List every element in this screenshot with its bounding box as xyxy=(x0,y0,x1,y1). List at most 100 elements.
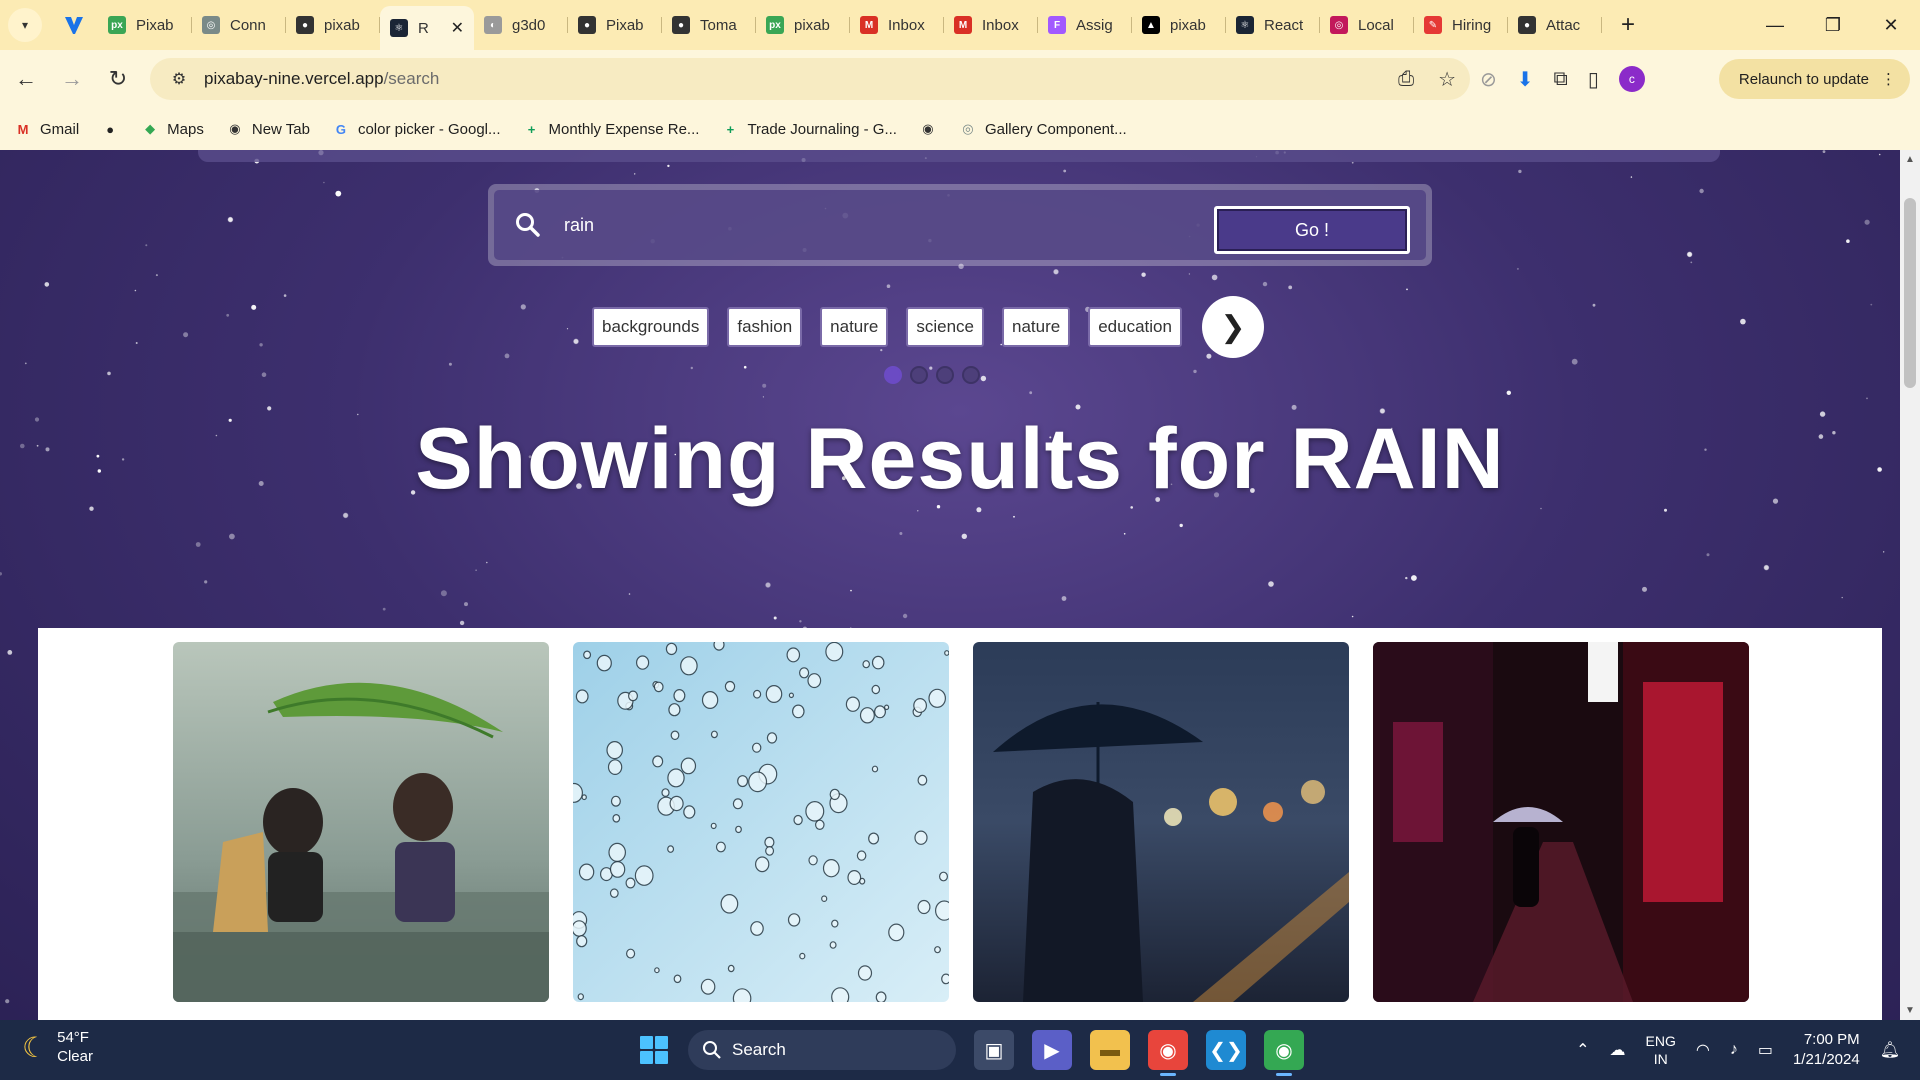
raindrop xyxy=(856,850,867,861)
task-view-icon[interactable]: ▣ xyxy=(974,1030,1014,1070)
onedrive-icon[interactable]: ☁ xyxy=(1610,1040,1626,1060)
tab-5[interactable]: ● Pixab xyxy=(568,6,662,44)
bookmark-label: Trade Journaling - G... xyxy=(747,120,897,138)
clock[interactable]: 7:00 PM 1/21/2024 xyxy=(1793,1030,1860,1070)
image-card[interactable] xyxy=(1373,642,1749,1002)
tab-12[interactable]: ⚛ React xyxy=(1226,6,1320,44)
tab-8[interactable]: M Inbox xyxy=(850,6,944,44)
image-card[interactable] xyxy=(573,642,949,1002)
restore-icon[interactable]: ❐ xyxy=(1804,0,1862,50)
raindrop xyxy=(871,684,881,695)
site-info-icon[interactable]: ⚙ xyxy=(164,69,194,89)
extensions-puzzle-icon[interactable]: ⧉ xyxy=(1554,68,1568,91)
notification-bell-icon[interactable]: 🔔︎ xyxy=(1880,1040,1900,1060)
category-chip[interactable]: backgrounds xyxy=(592,307,710,347)
language-indicator[interactable]: ENG IN xyxy=(1646,1032,1676,1068)
taskbar-search[interactable]: Search xyxy=(688,1030,956,1070)
side-panel-icon[interactable]: ▯ xyxy=(1588,67,1599,92)
chips-next-button[interactable]: ❯ xyxy=(1201,296,1264,358)
bookmark-1[interactable]: ● xyxy=(101,120,119,138)
page-scrollbar[interactable]: ▲ ▼ xyxy=(1900,150,1920,1020)
star xyxy=(1061,596,1067,601)
download-icon[interactable]: ⬇ xyxy=(1517,67,1534,92)
bookmark-7[interactable]: ◉ xyxy=(919,120,937,138)
bookmark-5[interactable]: + Monthly Expense Re... xyxy=(523,120,700,138)
tab-favicon-icon: ▲ xyxy=(1142,16,1160,34)
bookmark-8[interactable]: ◎ Gallery Component... xyxy=(959,120,1126,138)
carousel-dot[interactable] xyxy=(936,366,954,384)
search-input[interactable] xyxy=(564,214,1164,236)
bookmark-star-icon[interactable]: ☆ xyxy=(1438,67,1456,92)
raindrop xyxy=(710,730,718,739)
bookmark-4[interactable]: Gcolor picker - Googl... xyxy=(332,120,501,138)
close-tab-icon[interactable]: ✕ xyxy=(451,18,464,38)
tab-7[interactable]: px pixab xyxy=(756,6,850,44)
tab-2[interactable]: ● pixab xyxy=(286,6,380,44)
file-explorer-icon[interactable]: ▬ xyxy=(1090,1030,1130,1070)
address-bar[interactable]: ⚙ pixabay-nine.vercel.app/search ⎙ ☆ xyxy=(150,58,1470,100)
star xyxy=(961,533,967,539)
results-heading: Showing Results for RAIN xyxy=(415,411,1505,507)
tab-11[interactable]: ▲ pixab xyxy=(1132,6,1226,44)
category-chip[interactable]: nature xyxy=(820,307,889,347)
raindrop xyxy=(627,690,638,702)
chevron-up-icon[interactable]: ⌃ xyxy=(1576,1040,1589,1060)
chrome-profile-icon[interactable]: ◉ xyxy=(1264,1030,1304,1076)
close-icon[interactable]: ✕ xyxy=(1862,0,1920,50)
tab-title: Toma xyxy=(700,16,737,34)
new-tab-button[interactable]: + xyxy=(1610,7,1646,43)
bookmark-0[interactable]: M Gmail xyxy=(14,120,80,138)
relaunch-button[interactable]: Relaunch to update ⋮ xyxy=(1718,59,1910,99)
tab-4[interactable]: ◐ g3d0 xyxy=(474,6,568,44)
carousel-dot[interactable] xyxy=(910,366,928,384)
tab-6[interactable]: ● Toma xyxy=(662,6,756,44)
carousel-dot[interactable] xyxy=(884,366,902,384)
raindrop xyxy=(667,768,685,788)
minimize-icon[interactable]: — xyxy=(1746,0,1804,50)
forward-button[interactable]: → xyxy=(52,59,92,99)
go-button[interactable]: Go ! xyxy=(1214,206,1410,254)
extension-compass-icon[interactable]: ⊘ xyxy=(1480,67,1497,92)
start-button[interactable] xyxy=(640,1036,668,1064)
carousel-dot[interactable] xyxy=(962,366,980,384)
raindrop xyxy=(680,656,698,676)
category-chip[interactable]: fashion xyxy=(727,307,803,347)
battery-icon[interactable]: ▭ xyxy=(1758,1040,1773,1060)
tab-9[interactable]: M Inbox xyxy=(944,6,1038,44)
category-chip[interactable]: science xyxy=(906,307,985,347)
install-app-icon[interactable]: ⎙ xyxy=(1398,68,1414,91)
bookmark-6[interactable]: + Trade Journaling - G... xyxy=(721,120,897,138)
scroll-down-icon[interactable]: ▼ xyxy=(1900,1005,1920,1016)
vscode-icon[interactable]: ❮❯ xyxy=(1206,1030,1246,1070)
tab-1[interactable]: ◎ Conn xyxy=(192,6,286,44)
tab-15[interactable]: ● Attac xyxy=(1508,6,1602,44)
more-menu-icon[interactable]: ⋮ xyxy=(1881,70,1896,88)
pinned-tab[interactable] xyxy=(54,5,94,45)
profile-avatar[interactable]: c xyxy=(1618,66,1645,92)
tab-14[interactable]: ✎ Hiring xyxy=(1414,6,1508,44)
wifi-icon[interactable]: ◠ xyxy=(1696,1040,1710,1060)
tab-3[interactable]: ⚛ R ✕ xyxy=(380,6,474,50)
bookmark-2[interactable]: ◆ Maps xyxy=(141,120,204,138)
scroll-up-icon[interactable]: ▲ xyxy=(1900,154,1920,165)
volume-icon[interactable]: ♪ xyxy=(1730,1041,1738,1059)
reload-button[interactable]: ↻ xyxy=(98,59,138,99)
url-text[interactable]: pixabay-nine.vercel.app/search xyxy=(204,69,439,89)
chrome-icon[interactable]: ◉ xyxy=(1148,1030,1188,1076)
bookmark-3[interactable]: ◉ New Tab xyxy=(226,120,310,138)
weather-widget[interactable]: ☾ 54°F Clear xyxy=(22,1028,93,1066)
image-card[interactable] xyxy=(173,642,549,1002)
category-chip[interactable]: nature xyxy=(1002,307,1071,347)
category-chip[interactable]: education xyxy=(1088,307,1182,347)
tab-13[interactable]: ◎ Local xyxy=(1320,6,1414,44)
star xyxy=(448,362,452,366)
teams-icon[interactable]: ▶ xyxy=(1032,1030,1072,1070)
star xyxy=(899,532,903,535)
tab-10[interactable]: F Assig xyxy=(1038,6,1132,44)
scrollbar-thumb[interactable] xyxy=(1904,198,1916,388)
back-button[interactable]: ← xyxy=(6,59,46,99)
tab-0[interactable]: px Pixab xyxy=(98,6,192,44)
image-card[interactable] xyxy=(973,642,1349,1002)
raindrop xyxy=(751,742,762,753)
tab-search-button[interactable]: ▾ xyxy=(8,8,42,42)
